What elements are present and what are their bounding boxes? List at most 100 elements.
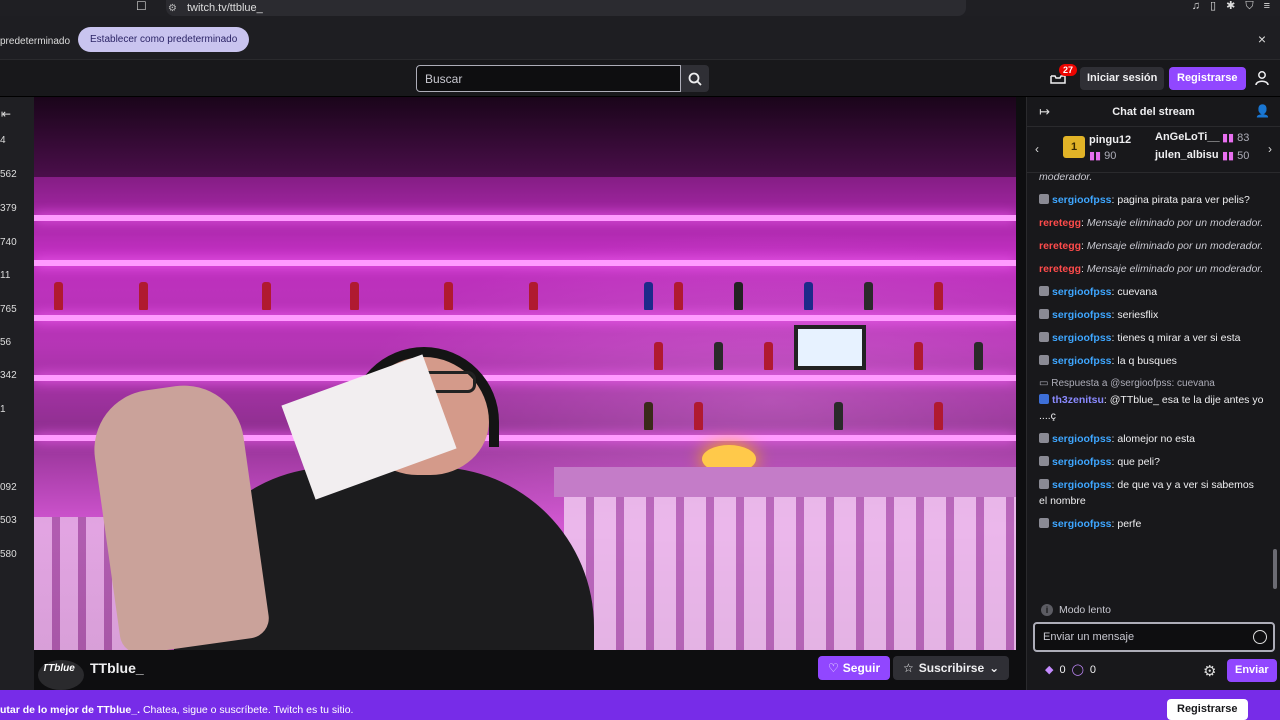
video-ceiling [34, 97, 1016, 177]
send-button[interactable]: Enviar [1227, 659, 1277, 682]
chat-username[interactable]: sergioofpss [1052, 286, 1112, 298]
chat-username[interactable]: reretegg [1039, 240, 1081, 252]
banner-text-bold: utar de lo mejor de TTblue_. [0, 704, 141, 716]
viewer-count: 562 [0, 169, 17, 180]
chat-scrollbar-thumb[interactable] [1273, 549, 1277, 589]
menu-icon[interactable]: ≡ [1264, 0, 1270, 12]
chat-username[interactable]: sergioofpss [1052, 456, 1112, 468]
music-icon[interactable]: ♫ [1192, 0, 1200, 12]
follow-button[interactable]: ♡ Seguir [818, 656, 891, 680]
gift-icon: 1 [1063, 136, 1085, 158]
collapse-sidebar-icon[interactable]: ⇤ [1, 107, 11, 121]
gifter-count: ▮▮ 90 [1089, 150, 1117, 162]
chat-text: cuevana [1117, 286, 1158, 298]
chat-text: pagina pirata para ver pelis? [1117, 194, 1250, 206]
chat-username[interactable]: sergioofpss [1052, 479, 1112, 491]
subscribe-button[interactable]: ☆ Suscribirse ⌄ [893, 656, 1010, 680]
notifications-button[interactable]: 27 [1050, 64, 1078, 88]
chat-username[interactable]: sergioofpss [1052, 332, 1112, 344]
video-bottle [934, 282, 943, 310]
points-icon[interactable]: ◯ [1072, 663, 1084, 676]
slow-mode-notice: i Modo lento [1041, 604, 1111, 616]
video-bottle [974, 342, 983, 370]
video-bottle [444, 282, 453, 310]
chat-username[interactable]: sergioofpss [1052, 518, 1112, 530]
video-shelf [34, 315, 1016, 321]
chat-username[interactable]: reretegg [1039, 217, 1081, 229]
chat-username[interactable]: sergioofpss [1052, 194, 1112, 206]
video-monitor [794, 325, 866, 370]
chat-message: sergioofpss: cuevana [1039, 284, 1265, 300]
chat-text: que peli? [1117, 456, 1160, 468]
set-default-button[interactable]: Establecer como predeterminado [78, 27, 250, 52]
community-icon[interactable]: 👤 [1255, 104, 1270, 118]
banner-signup-button[interactable]: Registrarse [1167, 699, 1248, 720]
signup-button[interactable]: Registrarse [1169, 67, 1246, 90]
gifter-name[interactable]: julen_albisu [1155, 149, 1219, 161]
badge-icon [1039, 394, 1049, 404]
chat-text: tienes q mirar a ver si esta [1117, 332, 1241, 344]
chat-scrollbar[interactable] [1273, 179, 1277, 599]
chat-username[interactable]: th3zenitsu [1052, 394, 1104, 406]
video-bottle [804, 282, 813, 310]
user-icon[interactable] [1254, 70, 1270, 86]
star-icon: ☆ [903, 661, 914, 675]
deleted-message-text: Mensaje eliminado por un moderador. [1086, 263, 1264, 275]
points-count: 0 [1089, 663, 1097, 676]
channel-info-bar: TTblue TTblue_ ♡ Seguir ☆ Suscribirse ⌄ [34, 650, 1026, 690]
gear-icon[interactable]: ⚙ [1203, 662, 1216, 680]
reply-text: Respuesta a @sergioofpss: cuevana [1051, 378, 1215, 389]
video-wall-blocks [564, 497, 1016, 650]
channel-name[interactable]: TTblue_ [90, 660, 144, 676]
chat-message: reretegg: Mensaje eliminado por un moder… [1039, 240, 1264, 252]
badge-icon [1039, 518, 1049, 528]
viewer-count: 1 [0, 404, 6, 415]
channel-points: ◆ 0 ◯ 0 [1045, 663, 1097, 677]
emoji-icon[interactable] [1253, 630, 1267, 644]
video-bottle [644, 282, 653, 310]
video-bottle [914, 342, 923, 370]
site-info-icon[interactable]: ⚙ [168, 3, 177, 14]
search-input[interactable] [417, 66, 680, 91]
default-browser-bar: predeterminado Establecer como predeterm… [0, 16, 1280, 60]
streamer [86, 347, 594, 650]
reply-context[interactable]: ▭ Respuesta a @sergioofpss: cuevana [1039, 376, 1265, 392]
gifter-count-value: 50 [1237, 150, 1250, 162]
gifter-name[interactable]: AnGeLoTi__ [1155, 131, 1220, 143]
video-bottle [694, 402, 703, 430]
video-bottle [834, 402, 843, 430]
info-icon: i [1041, 604, 1053, 616]
gifter-name[interactable]: pingu12 [1089, 134, 1131, 146]
video-bottle [734, 282, 743, 310]
bits-icon[interactable]: ◆ [1045, 663, 1053, 676]
chat-username[interactable]: reretegg [1039, 263, 1081, 275]
chat-input[interactable] [1035, 624, 1245, 650]
channel-avatar[interactable]: TTblue [38, 660, 84, 690]
address-bar[interactable]: ⚙ twitch.tv/ttblue_ [166, 0, 966, 16]
chat-message: sergioofpss: alomejor no esta [1039, 431, 1265, 447]
chat-input-box [1033, 622, 1275, 652]
chat-message: ▭ Respuesta a @sergioofpss: cuevana th3z… [1039, 376, 1265, 422]
login-button[interactable]: Iniciar sesión [1080, 67, 1165, 90]
video-player[interactable] [34, 97, 1016, 650]
chat-username[interactable]: sergioofpss [1052, 433, 1112, 445]
notification-badge: 27 [1059, 64, 1078, 76]
viewer-count: 580 [0, 549, 17, 560]
chat-text: perfe [1117, 518, 1142, 530]
close-icon[interactable]: × [1258, 31, 1266, 47]
search-box [416, 65, 681, 92]
chat-message: sergioofpss: pagina pirata para ver peli… [1039, 192, 1265, 208]
heart-icon: ♡ [828, 661, 839, 675]
chat-username[interactable]: sergioofpss [1052, 309, 1112, 321]
bookmark-icon[interactable]: ☐ [136, 0, 147, 12]
shield-icon[interactable]: ⛉ [1245, 0, 1253, 12]
chat-username[interactable]: sergioofpss [1052, 355, 1112, 367]
viewer-count: 4 [0, 135, 6, 146]
chevron-right-icon[interactable]: › [1268, 142, 1272, 156]
window-icon[interactable]: ▯ [1210, 0, 1216, 12]
search-button[interactable] [681, 65, 709, 92]
badge-icon [1039, 286, 1049, 296]
chevron-left-icon[interactable]: ‹ [1035, 142, 1039, 156]
video-shelf [34, 215, 1016, 221]
puzzle-icon[interactable]: ✱ [1226, 0, 1235, 12]
